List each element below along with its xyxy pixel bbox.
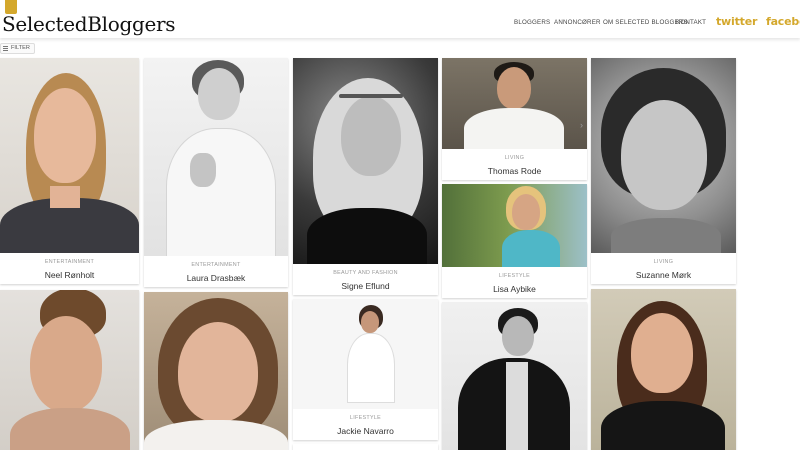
filter-button[interactable]: FILTER <box>0 43 35 54</box>
blogger-photo[interactable] <box>144 58 288 256</box>
filter-label: FILTER <box>11 45 30 51</box>
chevron-right-icon: › <box>580 120 583 130</box>
blogger-card-jackie-navarro[interactable]: LIFESTYLE Jackie Navarro <box>293 299 438 440</box>
blogger-card-suzanne-mork[interactable]: LIVING Suzanne Mørk <box>591 58 736 284</box>
nav-kontakt[interactable]: KONTAKT <box>676 19 706 26</box>
blogger-photo[interactable] <box>591 58 736 253</box>
facebook-link[interactable]: facebook <box>766 15 800 28</box>
blogger-name[interactable]: Suzanne Mørk <box>591 270 736 280</box>
blogger-category: LIVING <box>504 155 525 161</box>
blogger-category: LIFESTYLE <box>349 415 382 421</box>
blogger-card[interactable] <box>442 302 587 450</box>
blogger-caption: LIVING Thomas Rode <box>442 155 587 176</box>
blogger-photo[interactable] <box>293 58 438 264</box>
blogger-name[interactable]: Jackie Navarro <box>293 426 438 436</box>
blogger-caption: LIFESTYLE Lisa Aybike <box>442 273 587 294</box>
site-logo[interactable]: SelectedBloggers <box>2 12 176 36</box>
blogger-name[interactable]: Signe Eflund <box>293 281 438 291</box>
blogger-photo[interactable] <box>591 289 736 450</box>
blogger-caption: ENTERTAINMENT Neel Rønholt <box>0 259 139 280</box>
nav-annoncorer[interactable]: ANNONCØRER <box>554 19 601 26</box>
blogger-caption: BEAUTY AND FASHION Signe Eflund <box>293 270 438 291</box>
blogger-caption: LIFESTYLE Jackie Navarro <box>293 415 438 436</box>
nav-bloggers[interactable]: BLOGGERS <box>514 19 550 26</box>
blogger-photo[interactable] <box>0 58 139 253</box>
blogger-caption: ENTERTAINMENT Laura Drasbæk <box>144 262 288 283</box>
blogger-name[interactable]: Lisa Aybike <box>442 284 587 294</box>
blogger-card-lisa-aybike[interactable]: LIFESTYLE Lisa Aybike <box>442 184 587 298</box>
blogger-card[interactable] <box>0 290 139 450</box>
blogger-card-thomas-rode[interactable]: › LIVING Thomas Rode <box>442 58 587 180</box>
blogger-name[interactable]: Thomas Rode <box>442 166 587 176</box>
blogger-card-signe-eflund[interactable]: BEAUTY AND FASHION Signe Eflund <box>293 58 438 295</box>
blogger-category: ENTERTAINMENT <box>44 259 95 265</box>
filter-icon <box>3 46 8 51</box>
blogger-photo[interactable] <box>144 292 288 450</box>
blogger-card-neel-ronholt[interactable]: ENTERTAINMENT Neel Rønholt <box>0 58 139 284</box>
blogger-name[interactable]: Neel Rønholt <box>0 270 139 280</box>
blogger-category: ENTERTAINMENT <box>191 262 241 268</box>
blogger-category: BEAUTY AND FASHION <box>333 270 398 276</box>
blogger-category: LIFESTYLE <box>498 273 531 279</box>
blogger-card[interactable] <box>144 292 288 450</box>
blogger-name[interactable]: Laura Drasbæk <box>144 273 288 283</box>
blogger-card-laura-drasbaek[interactable]: ENTERTAINMENT Laura Drasbæk <box>144 58 288 287</box>
blogger-card[interactable] <box>591 289 736 450</box>
blogger-photo[interactable] <box>0 290 139 450</box>
site-header: SelectedBloggers BLOGGERS ANNONCØRER OM … <box>0 0 800 38</box>
blogger-photo[interactable] <box>293 299 438 409</box>
twitter-link[interactable]: twitter <box>716 15 757 28</box>
blogger-category: LIVING <box>653 259 674 265</box>
blogger-photo[interactable] <box>442 184 587 267</box>
blogger-card[interactable] <box>293 444 438 450</box>
blogger-caption: LIVING Suzanne Mørk <box>591 259 736 280</box>
blogger-photo[interactable] <box>442 302 587 450</box>
blogger-photo[interactable]: › <box>442 58 587 149</box>
